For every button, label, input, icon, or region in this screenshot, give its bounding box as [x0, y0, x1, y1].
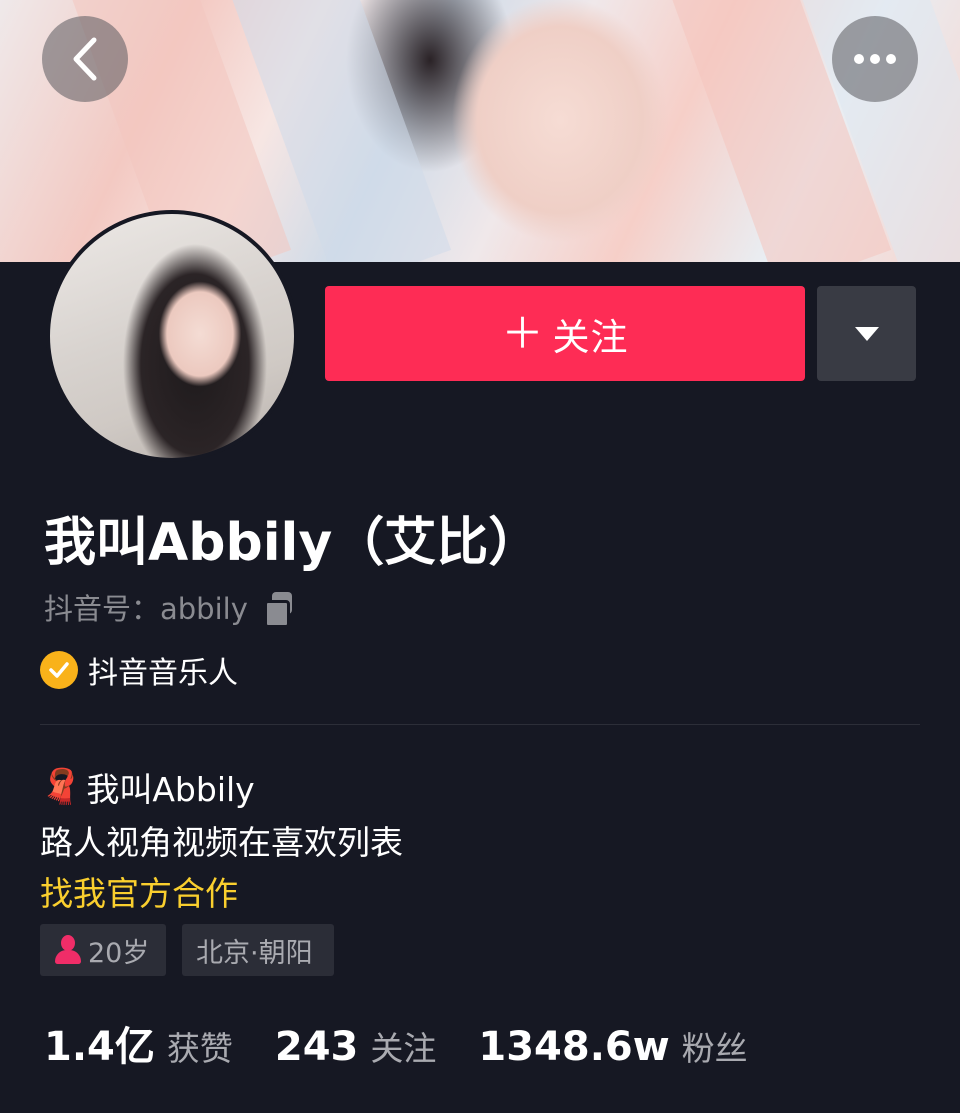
douyin-id: 抖音号：abbily — [44, 592, 248, 626]
profile-name: 我叫Abbily（艾比） — [44, 513, 541, 573]
follow-button[interactable]: ＋ 关注 — [325, 286, 805, 381]
following-label[interactable]: 关注 — [370, 1022, 436, 1070]
female-person-icon — [54, 935, 82, 965]
bio-text-1: 我叫Abbily — [86, 770, 255, 809]
verified-badge: 抖音音乐人 — [40, 648, 238, 692]
bio-link-cooperation[interactable]: 找我官方合作 — [40, 867, 238, 915]
checkmark-badge-icon — [40, 651, 78, 689]
age-label: 20岁 — [88, 937, 150, 969]
age-tag: 20岁 — [40, 924, 166, 976]
scarf-emoji-icon: 🧣 — [40, 767, 83, 807]
more-button[interactable] — [832, 16, 918, 102]
fans-label[interactable]: 粉丝 — [682, 1022, 748, 1070]
follow-label: 关注 — [552, 315, 629, 359]
bio-line-2: 路人视角视频在喜欢列表 — [40, 823, 403, 862]
back-button[interactable] — [42, 16, 128, 102]
more-horizontal-icon — [854, 54, 896, 64]
location-tag: 北京·朝阳 — [182, 924, 334, 976]
following-count[interactable]: 243 — [275, 1024, 359, 1070]
location-label: 北京·朝阳 — [196, 937, 313, 969]
avatar[interactable] — [46, 210, 298, 462]
bio-line-1: 🧣 我叫Abbily — [40, 763, 255, 811]
likes-label: 获赞 — [166, 1029, 233, 1068]
douyin-id-row: 抖音号：abbily — [44, 586, 296, 628]
recommend-dropdown-button[interactable] — [817, 286, 916, 381]
triangle-down-icon — [854, 326, 879, 341]
likes-count: 1.4亿 — [44, 1024, 155, 1070]
copy-icon[interactable] — [262, 590, 296, 628]
plus-icon: ＋ — [501, 308, 545, 358]
stats-row: 1.4亿 获赞 243 关注 1348.6w 粉丝 — [44, 1014, 748, 1072]
divider — [40, 724, 920, 725]
verified-label: 抖音音乐人 — [88, 656, 238, 691]
fans-count[interactable]: 1348.6w — [478, 1024, 669, 1070]
chevron-left-icon — [73, 37, 97, 81]
